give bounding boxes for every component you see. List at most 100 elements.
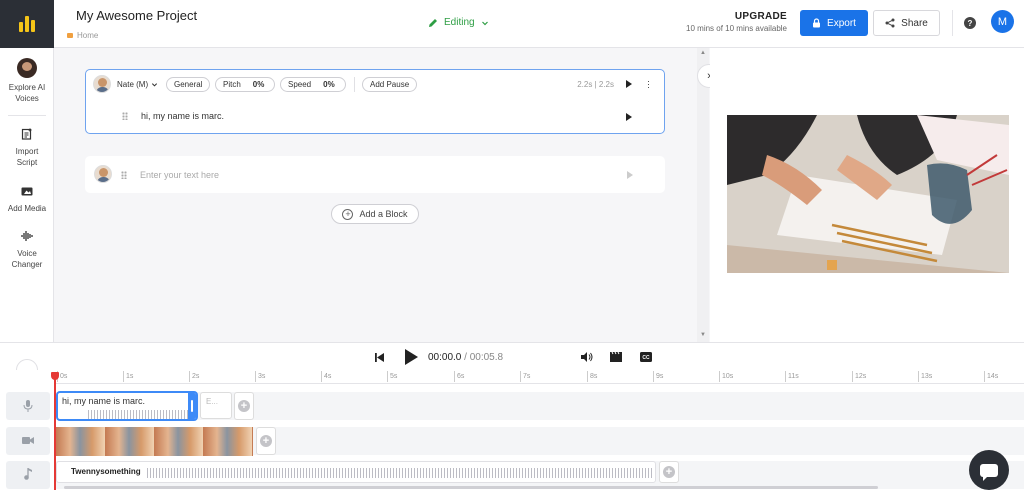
play-line-icon[interactable] [626,113,632,121]
tick-label: 11s [785,371,799,382]
pill-divider [354,77,355,92]
plus-icon: + [238,400,250,412]
sidebar-item-label: Add Media [7,204,47,213]
video-clip[interactable] [56,427,253,456]
upgrade-title[interactable]: UPGRADE [686,11,787,22]
app-header: My Awesome Project Home Editing UPGRADE … [0,0,1024,48]
export-button[interactable]: Export [800,10,868,36]
tick-label: 2s [188,371,200,382]
sidebar: Explore AI Voices Import Script Add Medi… [0,48,54,342]
speed-pill[interactable]: Speed 0% [280,77,346,92]
tick-label: 12s [851,371,867,382]
add-music-clip-button[interactable]: + [659,461,679,483]
tick-label: 7s [519,371,531,382]
export-label: Export [827,17,856,29]
voice-avatar[interactable] [93,75,111,93]
playhead[interactable] [51,372,59,490]
more-options-icon[interactable]: · · · [647,77,650,92]
timeline-ruler[interactable]: 0s 1s 2s 3s 4s 5s 6s 7s 8s 9s 10s 11s 12… [54,370,1024,384]
sidebar-item-label: Import Script [15,147,39,167]
style-label: General [174,80,203,89]
tick-label: 5s [386,371,398,382]
pitch-value: 0% [252,80,265,89]
skip-back-icon[interactable] [375,353,385,362]
sidebar-item-add-media[interactable]: Add Media [0,185,54,214]
add-pause-button[interactable]: Add Pause [362,77,418,92]
add-block-label: Add a Block [359,209,408,219]
tick-label: 0s [56,371,68,382]
play-block-icon[interactable] [626,80,632,88]
sidebar-item-label: Voice Changer [11,249,43,269]
import-script-icon [21,128,32,140]
music-clip[interactable]: Twennysomething [56,461,656,483]
upgrade-info[interactable]: UPGRADE 10 mins of 10 mins available [686,11,787,33]
voice-clip-text: hi, my name is marc. [62,396,146,406]
clip-resize-handle[interactable] [188,393,196,419]
plus-icon: + [260,435,272,447]
header-divider [952,10,953,36]
volume-icon[interactable] [581,352,593,362]
voice-selector[interactable]: Nate (M) [117,80,158,89]
breadcrumb-home[interactable]: Home [77,31,98,40]
scene-icon[interactable] [610,352,622,362]
sidebar-item-voice-changer[interactable]: Voice Changer [0,230,54,270]
voice-avatar-icon [17,58,37,78]
editor-scrollbar[interactable] [697,48,709,342]
sidebar-item-explore-voices[interactable]: Explore AI Voices [0,58,54,104]
app-logo[interactable] [0,0,54,48]
captions-icon[interactable]: CC [640,352,652,362]
tick-label: 4s [320,371,332,382]
script-block-2[interactable]: Enter your text here [85,156,665,193]
plus-icon: + [342,208,354,220]
logo-mark-icon [18,16,36,32]
voice-clip[interactable]: hi, my name is marc. [56,391,198,421]
video-track-label [6,427,50,455]
tick-label: 9s [652,371,664,382]
waveform [147,468,652,478]
timeline-scrollbar[interactable] [64,486,878,489]
style-pill[interactable]: General [166,77,211,92]
play-line-icon[interactable] [627,171,633,179]
project-title[interactable]: My Awesome Project [76,8,197,23]
tick-label: 3s [254,371,266,382]
share-button[interactable]: Share [873,10,940,36]
share-icon [885,18,895,28]
block-text[interactable]: hi, my name is marc. [141,111,224,121]
scroll-down-icon[interactable]: ▼ [700,332,706,338]
chat-support-button[interactable] [969,450,1009,490]
user-avatar[interactable]: M [991,10,1014,33]
music-track-label [6,461,50,489]
play-icon[interactable] [405,349,418,365]
microphone-icon [23,400,33,412]
voice-avatar[interactable] [94,165,112,183]
voice-track-label [6,392,50,420]
playback-time: 00:00.0 / 00:05.8 [428,352,503,363]
mode-dropdown[interactable]: Editing [428,17,489,28]
drawing-photo [727,115,1009,273]
drag-handle-icon[interactable] [121,171,127,179]
drag-handle-icon[interactable] [122,112,128,120]
total-time: 00:05.8 [469,352,504,363]
tick-label: 13s [917,371,933,382]
tick-label: 14s [983,371,999,382]
add-voice-clip-button[interactable]: + [234,392,254,420]
help-icon[interactable]: ? [964,17,976,29]
voice-changer-icon [21,231,33,241]
block-duration: 2.2s | 2.2s [577,80,614,89]
pitch-pill[interactable]: Pitch 0% [215,77,275,92]
current-time: 00:00.0 [428,352,462,363]
add-video-clip-button[interactable]: + [256,427,276,455]
empty-clip[interactable]: E... [200,392,232,419]
speed-value: 0% [323,80,335,89]
sidebar-item-import-script[interactable]: Import Script [0,128,54,168]
chat-icon [980,463,998,481]
music-clip-text: Twennysomething [71,467,141,476]
script-block-1[interactable]: Nate (M) General Pitch 0% Speed 0% Add P… [85,69,665,134]
add-block-button[interactable]: + Add a Block [331,204,419,224]
music-note-icon [24,468,32,480]
voice-name: Nate (M) [117,80,149,89]
block-text-input[interactable]: Enter your text here [140,170,219,180]
breadcrumb[interactable]: Home [67,31,98,40]
scroll-up-icon[interactable]: ▲ [700,50,706,56]
chevron-down-icon [152,83,158,87]
